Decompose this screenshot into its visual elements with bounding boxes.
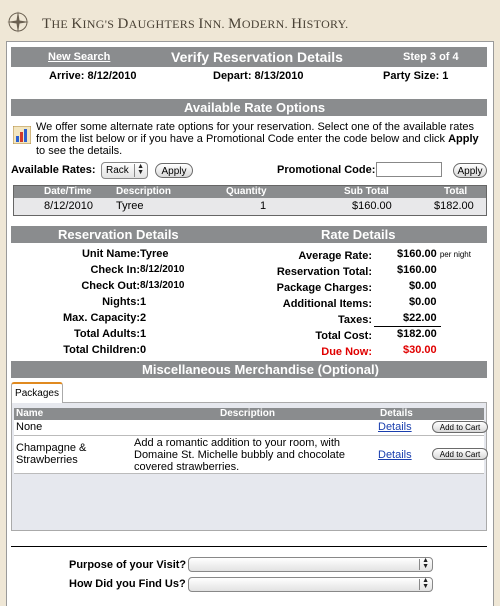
- found-us-label: How Did you Find Us?: [69, 578, 186, 590]
- check-in-label: Check In:: [90, 264, 140, 276]
- purpose-select[interactable]: ▲ ▼: [188, 557, 433, 572]
- purpose-label: Purpose of your Visit?: [69, 559, 187, 571]
- total-adults-value: 1: [140, 328, 147, 340]
- row-subtotal: $160.00: [352, 200, 392, 212]
- additional-items-label: Additional Items:: [282, 298, 372, 310]
- col-quantity: Quantity: [226, 186, 267, 197]
- promo-code-label: Promotional Code:: [277, 164, 376, 176]
- check-out-value: 8/13/2010: [140, 280, 185, 291]
- package-name-line1: Champagne &: [16, 442, 87, 454]
- verify-header-bar: New Search Verify Reservation Details St…: [11, 47, 487, 67]
- chart-icon: [13, 126, 31, 144]
- additional-items-value: $0.00: [409, 296, 437, 308]
- total-children-value: 0: [140, 344, 147, 356]
- rates-table: Date/Time Description Quantity Sub Total…: [13, 185, 487, 216]
- total-children-label: Total Children:: [63, 344, 140, 356]
- page-title: Verify Reservation Details: [171, 49, 343, 65]
- add-to-cart-button[interactable]: Add to Cart: [432, 421, 488, 433]
- reservation-details-title: Reservation Details: [58, 227, 179, 242]
- list-item: Champagne & Strawberries Add a romantic …: [14, 436, 488, 474]
- due-now-value: $30.00: [403, 344, 437, 356]
- package-charges-label: Package Charges:: [276, 282, 372, 294]
- reservation-total-value: $160.00: [397, 264, 437, 276]
- max-capacity-label: Max. Capacity:: [62, 312, 140, 324]
- col-details: Details: [380, 408, 413, 419]
- table-row[interactable]: 8/12/2010 Tyree 1 $160.00 $182.00: [14, 198, 486, 215]
- nights-value: 1: [140, 296, 147, 308]
- unit-name-value: Tyree: [140, 248, 169, 260]
- details-link[interactable]: Details: [378, 421, 412, 433]
- package-description-line1: Add a romantic addition to your room, wi…: [134, 437, 341, 449]
- select-arrows-icon: ▲ ▼: [137, 163, 144, 176]
- list-item: None Details Add to Cart: [14, 420, 488, 436]
- average-rate-value: $160.00 per night: [397, 248, 471, 260]
- arrive-date: Arrive: 8/12/2010: [49, 70, 137, 82]
- section-divider: [11, 546, 487, 547]
- site-title: THE KING'S DAUGHTERS INN. MODERN. HISTOR…: [42, 16, 349, 32]
- col-total: Total: [444, 186, 468, 197]
- col-subtotal: Sub Total: [344, 186, 389, 197]
- col-description: Description: [116, 186, 172, 197]
- merch-header-bar: Miscellaneous Merchandise (Optional): [11, 361, 487, 378]
- details-link[interactable]: Details: [378, 449, 412, 461]
- package-name: None: [16, 421, 43, 433]
- reservation-total-label: Reservation Total:: [276, 266, 372, 278]
- rates-title: Available Rate Options: [184, 100, 326, 115]
- packages-panel: Name Description Details None Details Ad…: [11, 402, 488, 531]
- col-name: Name: [16, 408, 44, 419]
- select-arrows-icon: ▲ ▼: [422, 557, 429, 570]
- due-now-label: Due Now:: [321, 346, 372, 358]
- available-rates-select[interactable]: Rack ▲ ▼: [101, 162, 148, 179]
- package-description-line3: covered strawberries.: [134, 461, 240, 473]
- select-arrows-icon: ▲ ▼: [422, 577, 429, 590]
- check-out-label: Check Out:: [81, 280, 140, 292]
- party-size: Party Size: 1: [383, 70, 449, 82]
- tab-packages[interactable]: Packages: [11, 382, 63, 403]
- reservation-panel: New Search Verify Reservation Details St…: [6, 41, 494, 606]
- rates-note: We offer some alternate rate options for…: [36, 121, 479, 157]
- merch-title: Miscellaneous Merchandise (Optional): [142, 362, 379, 377]
- promo-code-input[interactable]: [376, 162, 442, 177]
- available-rates-label: Available Rates:: [11, 164, 96, 176]
- package-name-line2: Strawberries: [16, 454, 78, 466]
- compass-logo-icon: [7, 11, 29, 33]
- nights-label: Nights:: [102, 296, 140, 308]
- row-date: 8/12/2010: [44, 200, 93, 212]
- total-adults-label: Total Adults:: [74, 328, 140, 340]
- average-rate-label: Average Rate:: [298, 250, 372, 262]
- step-indicator: Step 3 of 4: [403, 51, 459, 63]
- rates-header-bar: Available Rate Options: [11, 99, 487, 116]
- check-in-value: 8/12/2010: [140, 264, 185, 275]
- per-night-note: per night: [439, 250, 471, 259]
- row-description: Tyree: [116, 200, 144, 212]
- rates-table-header: Date/Time Description Quantity Sub Total…: [14, 186, 486, 198]
- taxes-value: $22.00: [403, 312, 437, 324]
- totals-divider: [374, 326, 441, 327]
- rates-apply-button[interactable]: Apply: [155, 163, 193, 178]
- col-package-description: Description: [220, 408, 276, 419]
- total-cost-value: $182.00: [397, 328, 437, 340]
- site-header: THE KING'S DAUGHTERS INN. MODERN. HISTOR…: [0, 0, 500, 44]
- details-header-bar: Reservation Details Rate Details: [11, 226, 487, 243]
- taxes-label: Taxes:: [337, 314, 372, 326]
- total-cost-label: Total Cost:: [315, 330, 372, 342]
- new-search-link[interactable]: New Search: [48, 51, 110, 63]
- row-total: $182.00: [434, 200, 474, 212]
- col-date: Date/Time: [44, 186, 92, 197]
- package-charges-value: $0.00: [409, 280, 437, 292]
- promo-apply-button[interactable]: Apply: [453, 163, 487, 178]
- packages-table-header: Name Description Details: [14, 408, 484, 420]
- found-us-select[interactable]: ▲ ▼: [188, 577, 433, 592]
- unit-name-label: Unit Name:: [81, 248, 140, 260]
- row-quantity: 1: [260, 200, 267, 212]
- max-capacity-value: 2: [140, 312, 147, 324]
- package-description-line2: Domaine St. Michelle bubbly and chocolat…: [134, 449, 345, 461]
- add-to-cart-button[interactable]: Add to Cart: [432, 448, 488, 460]
- depart-date: Depart: 8/13/2010: [213, 70, 304, 82]
- rate-details-title: Rate Details: [321, 227, 396, 242]
